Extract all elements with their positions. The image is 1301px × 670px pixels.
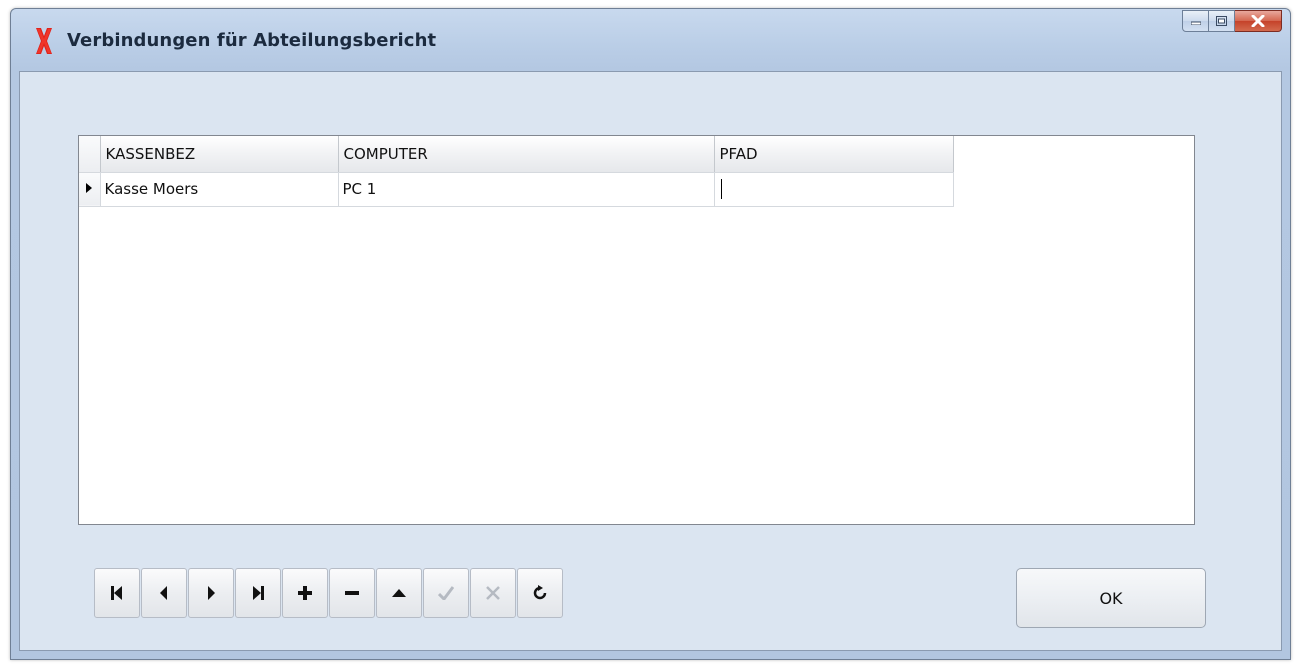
table-row[interactable]: Kasse Moers PC 1 [79,172,954,207]
prior-record-icon [160,586,167,600]
nav-next-button[interactable] [188,568,234,618]
cell-computer[interactable]: PC 1 [338,172,715,207]
cell-pfad-editor[interactable] [714,172,954,207]
column-header-kassenbez[interactable]: KASSENBEZ [100,136,339,173]
table-header-row: KASSENBEZ COMPUTER PFAD [79,136,954,173]
refresh-icon [533,585,547,600]
first-record-icon [111,586,122,600]
indicator-header [79,136,101,173]
insert-record-icon [298,586,312,600]
edit-record-icon [392,589,406,597]
maximize-icon [1216,16,1227,26]
close-icon [1251,15,1265,27]
ok-button-label: OK [1099,588,1123,608]
db-navigator [94,568,564,618]
ok-button[interactable]: OK [1016,568,1206,628]
caption-buttons [1182,10,1282,34]
delete-record-icon [345,591,359,595]
minimize-button[interactable] [1182,10,1209,32]
nav-last-button[interactable] [235,568,281,618]
cancel-edit-icon [486,586,500,600]
title-bar[interactable]: Verbindungen für Abteilungsbericht [11,9,1290,71]
nav-insert-button[interactable] [282,568,328,618]
cell-computer-text: PC 1 [342,180,377,198]
connections-grid[interactable]: KASSENBEZ COMPUTER PFAD Kasse Moers PC 1 [78,135,1195,525]
close-button[interactable] [1235,10,1282,32]
nav-prior-button[interactable] [141,568,187,618]
window-title: Verbindungen für Abteilungsbericht [67,30,437,51]
current-row-arrow-icon [86,183,93,193]
minimize-icon [1190,21,1201,25]
nav-delete-button[interactable] [329,568,375,618]
nav-refresh-button[interactable] [517,568,563,618]
column-header-computer[interactable]: COMPUTER [338,136,715,173]
nav-cancel-button[interactable] [470,568,516,618]
last-record-icon [253,586,264,600]
nav-first-button[interactable] [94,568,140,618]
connections-table: KASSENBEZ COMPUTER PFAD Kasse Moers PC 1 [79,136,954,207]
text-cursor [720,179,722,199]
cell-kassenbez-text: Kasse Moers [104,180,199,198]
app-logo-icon [36,28,52,54]
nav-post-button[interactable] [423,568,469,618]
cell-kassenbez[interactable]: Kasse Moers [100,172,339,207]
nav-edit-button[interactable] [376,568,422,618]
dialog-window: Verbindungen für Abteilungsbericht KASSE… [10,8,1291,660]
row-indicator [79,172,101,207]
post-record-icon [438,586,454,600]
column-header-pfad[interactable]: PFAD [714,136,954,173]
next-record-icon [208,586,215,600]
maximize-button[interactable] [1209,10,1235,32]
client-area: KASSENBEZ COMPUTER PFAD Kasse Moers PC 1… [19,71,1282,651]
